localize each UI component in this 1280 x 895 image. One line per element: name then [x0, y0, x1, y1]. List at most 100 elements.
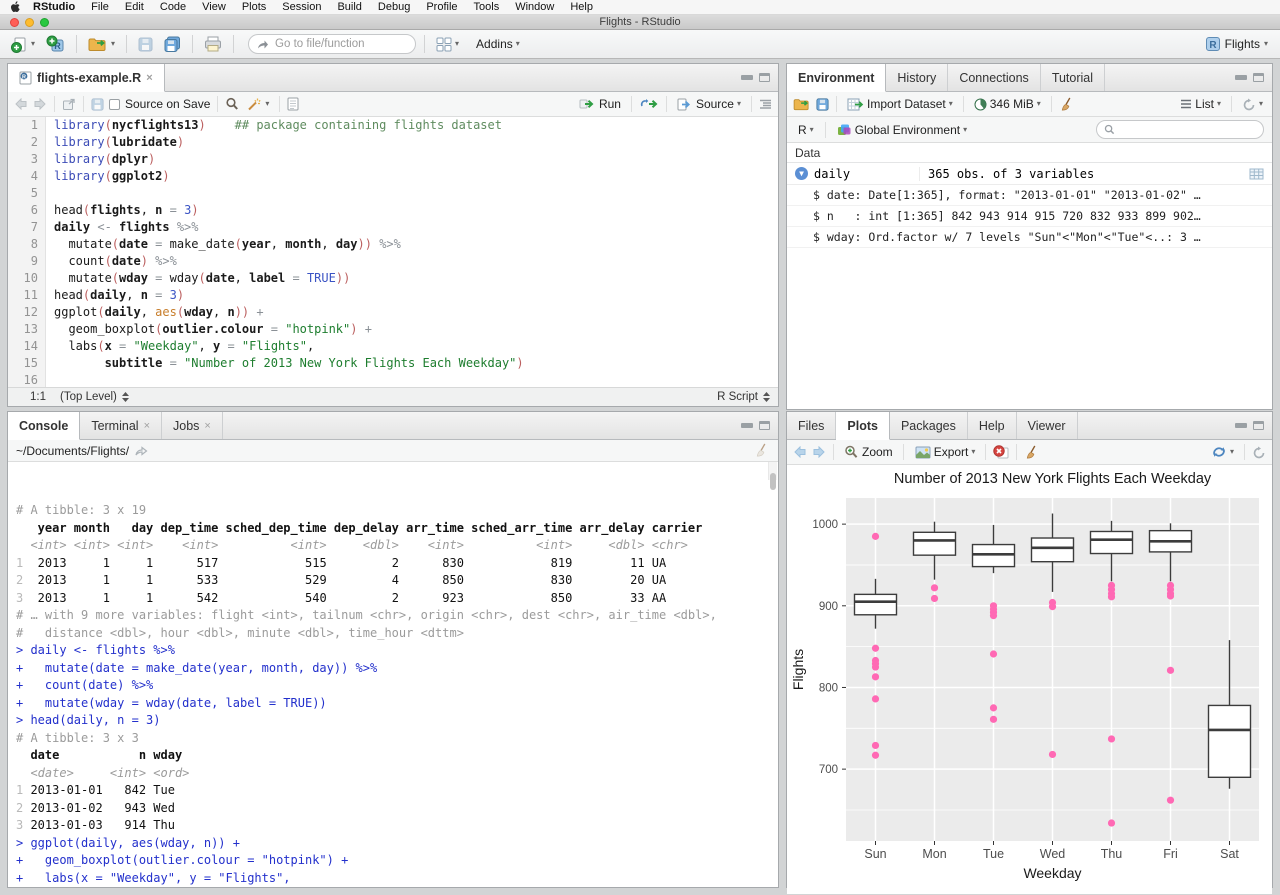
document-outline-icon[interactable]: [759, 99, 772, 110]
chevron-down-icon: ▾: [1036, 99, 1041, 108]
close-icon[interactable]: ×: [144, 420, 150, 432]
clear-console-broom-icon[interactable]: [754, 443, 770, 458]
tab-connections[interactable]: Connections: [948, 64, 1041, 91]
tab-help[interactable]: Help: [968, 412, 1017, 439]
language-selector[interactable]: R ▾: [795, 121, 817, 139]
save-workspace-icon[interactable]: [816, 97, 829, 111]
plots-tabbar: Files Plots Packages Help Viewer: [787, 412, 1272, 440]
rerun-icon[interactable]: [639, 98, 659, 110]
close-icon[interactable]: ×: [146, 72, 152, 84]
environment-object-row[interactable]: ▼ daily 365 obs. of 3 variables: [787, 163, 1272, 185]
clear-environment-broom-icon[interactable]: [1059, 97, 1075, 112]
code-editor[interactable]: 1 2 3 4 5 6 7 8 9 10 11 12 13 14 15 16 library(nycfligh…: [8, 117, 778, 387]
next-plot-icon[interactable]: [812, 446, 826, 458]
maximize-pane-icon[interactable]: [1253, 73, 1264, 82]
code-tools-button[interactable]: ▾: [244, 95, 272, 113]
menu-tools[interactable]: Tools: [474, 1, 500, 13]
menu-plots[interactable]: Plots: [242, 1, 266, 13]
maximize-pane-icon[interactable]: [759, 421, 770, 430]
environment-search-input[interactable]: [1096, 120, 1264, 139]
code-area[interactable]: library(nycflights13) ## package contain…: [46, 117, 778, 387]
find-replace-icon[interactable]: [225, 97, 239, 111]
view-data-grid-icon[interactable]: [1249, 168, 1272, 180]
clear-all-plots-broom-icon[interactable]: [1024, 445, 1040, 460]
compile-report-icon[interactable]: [287, 97, 299, 111]
menu-view[interactable]: View: [202, 1, 226, 13]
zoom-plot-button[interactable]: Zoom: [841, 443, 896, 461]
document-type-selector[interactable]: R Script: [717, 391, 778, 403]
project-menu-button[interactable]: R Flights ▾: [1201, 34, 1272, 54]
minimize-pane-icon[interactable]: [741, 75, 753, 80]
minimize-pane-icon[interactable]: [741, 423, 753, 428]
tab-console[interactable]: Console: [8, 412, 81, 440]
previous-plot-icon[interactable]: [793, 446, 807, 458]
collapse-object-icon[interactable]: ▼: [795, 167, 808, 180]
addins-button[interactable]: Addins ▾: [473, 35, 523, 53]
menu-profile[interactable]: Profile: [426, 1, 457, 13]
minimize-pane-icon[interactable]: [1235, 423, 1247, 428]
refresh-plot-icon[interactable]: [1252, 446, 1266, 459]
save-button[interactable]: [135, 35, 156, 54]
print-button[interactable]: [201, 34, 225, 54]
menu-window[interactable]: Window: [515, 1, 554, 13]
export-plot-button[interactable]: Export ▾: [911, 443, 979, 461]
goto-file-function-input[interactable]: Go to file/function: [248, 34, 417, 54]
new-project-button[interactable]: R: [43, 33, 68, 55]
source-on-save-checkbox[interactable]: [109, 98, 120, 110]
chevron-down-icon: ▾: [111, 39, 116, 48]
popout-window-icon[interactable]: [62, 98, 76, 111]
run-button[interactable]: Run: [576, 95, 624, 113]
new-file-button[interactable]: ▾: [8, 34, 38, 55]
publish-plot-button[interactable]: ▾: [1208, 443, 1237, 461]
menu-rstudio[interactable]: RStudio: [33, 1, 75, 13]
refresh-environment-button[interactable]: ▾: [1239, 96, 1266, 113]
tab-jobs[interactable]: Jobs ×: [162, 412, 223, 439]
menu-session[interactable]: Session: [282, 1, 321, 13]
svg-text:Number of 2013 New York Flight: Number of 2013 New York Flights Each Wee…: [894, 471, 1212, 487]
console-line: 1 2013 1 1 517 515 2 830 819 11 UA: [16, 555, 667, 570]
open-file-button[interactable]: ▾: [85, 34, 118, 54]
tab-tutorial[interactable]: Tutorial: [1041, 64, 1106, 91]
goto-directory-icon[interactable]: [135, 445, 148, 456]
remove-plot-icon[interactable]: [993, 445, 1009, 459]
scope-selector[interactable]: (Top Level): [60, 391, 129, 403]
menu-code[interactable]: Code: [160, 1, 186, 13]
back-icon[interactable]: [14, 98, 28, 110]
tab-flights-example[interactable]: R flights-example.R ×: [8, 64, 165, 92]
code-line: library(ggplot2): [54, 169, 170, 183]
menu-help[interactable]: Help: [570, 1, 593, 13]
save-icon[interactable]: [91, 97, 104, 111]
menu-build[interactable]: Build: [337, 1, 361, 13]
tab-packages[interactable]: Packages: [890, 412, 968, 439]
apple-logo-icon[interactable]: [10, 1, 21, 13]
list-view-button[interactable]: List ▾: [1177, 95, 1224, 113]
tab-terminal[interactable]: Terminal ×: [80, 412, 162, 439]
environment-selector[interactable]: Global Environment ▾: [834, 121, 970, 139]
source-button[interactable]: Source ▾: [674, 95, 744, 113]
menu-file[interactable]: File: [91, 1, 109, 13]
save-all-button[interactable]: [161, 34, 184, 54]
maximize-pane-icon[interactable]: [759, 73, 770, 82]
line-number-gutter: 1 2 3 4 5 6 7 8 9 10 11 12 13 14 15 16: [8, 117, 46, 387]
tab-viewer[interactable]: Viewer: [1017, 412, 1078, 439]
close-icon[interactable]: ×: [204, 420, 210, 432]
console-scrollbar[interactable]: [768, 462, 777, 491]
menu-edit[interactable]: Edit: [125, 1, 144, 13]
console-line: + geom_boxplot(outlier.colour = "hotpink…: [16, 853, 349, 867]
minimize-pane-icon[interactable]: [1235, 75, 1247, 80]
scrollbar-thumb[interactable]: [770, 472, 776, 491]
refresh-icon: [1242, 98, 1256, 111]
forward-icon[interactable]: [33, 98, 47, 110]
load-workspace-folder-icon[interactable]: [793, 97, 811, 111]
tab-plots[interactable]: Plots: [836, 412, 890, 440]
maximize-pane-icon[interactable]: [1253, 421, 1264, 430]
menu-debug[interactable]: Debug: [378, 1, 410, 13]
import-dataset-button[interactable]: Import Dataset ▾: [844, 95, 956, 113]
pane-layout-button[interactable]: ▾: [433, 35, 462, 54]
tab-environment[interactable]: Environment: [787, 64, 887, 92]
tab-files[interactable]: Files: [787, 412, 837, 439]
printer-icon: [204, 36, 222, 52]
memory-usage-button[interactable]: 346 MiB ▾: [971, 95, 1044, 113]
tab-history[interactable]: History: [886, 64, 949, 91]
console-output[interactable]: # A tibble: 3 x 19 year month day dep_ti…: [8, 462, 778, 887]
